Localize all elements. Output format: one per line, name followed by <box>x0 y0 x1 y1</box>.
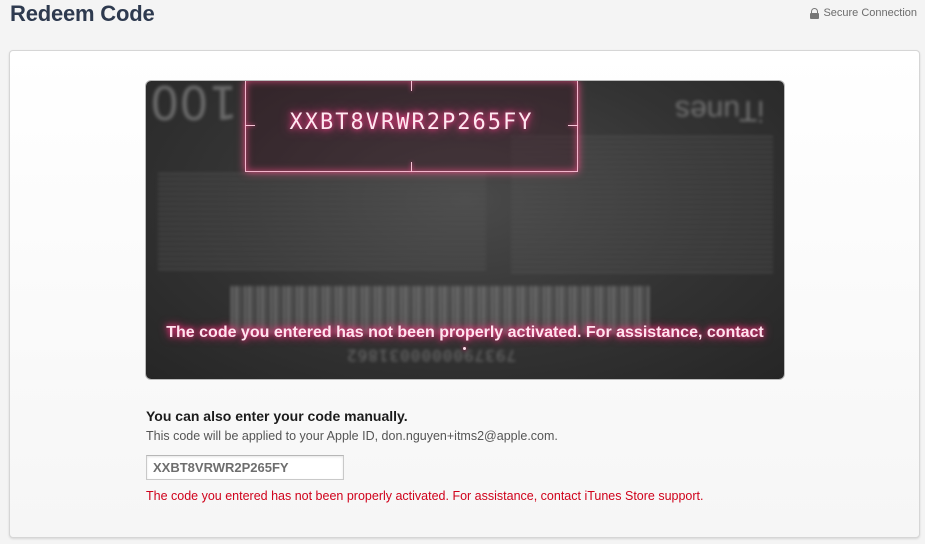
scanned-code: XXBT8VRWR2P265FY <box>289 110 534 135</box>
card-error-dot <box>463 347 466 350</box>
page-title: Redeem Code <box>10 1 155 26</box>
manual-entry-subtitle: This code will be applied to your Apple … <box>146 429 558 443</box>
card-brand: iTunes <box>675 94 764 127</box>
redeem-panel: 100 iTunes 7937900000031862 XXBT8VRWR2P2… <box>9 50 920 538</box>
card-barcode-number: 7937900000031862 <box>346 346 517 365</box>
card-error-message: The code you entered has not been proper… <box>166 324 764 341</box>
code-input[interactable] <box>146 455 344 480</box>
code-detection-frame: XXBT8VRWR2P265FY <box>245 81 578 172</box>
card-amount: 100 <box>150 81 238 129</box>
manual-entry-title: You can also enter your code manually. <box>146 408 408 424</box>
lock-icon <box>810 7 820 19</box>
header: Redeem Code Secure Connection <box>0 0 925 40</box>
secure-connection-label: Secure Connection <box>823 7 917 19</box>
card-fine-print-left <box>158 173 486 273</box>
secure-connection: Secure Connection <box>810 7 917 19</box>
manual-error-message: The code you entered has not been proper… <box>146 489 704 503</box>
camera-card-preview: 100 iTunes 7937900000031862 XXBT8VRWR2P2… <box>146 81 784 379</box>
